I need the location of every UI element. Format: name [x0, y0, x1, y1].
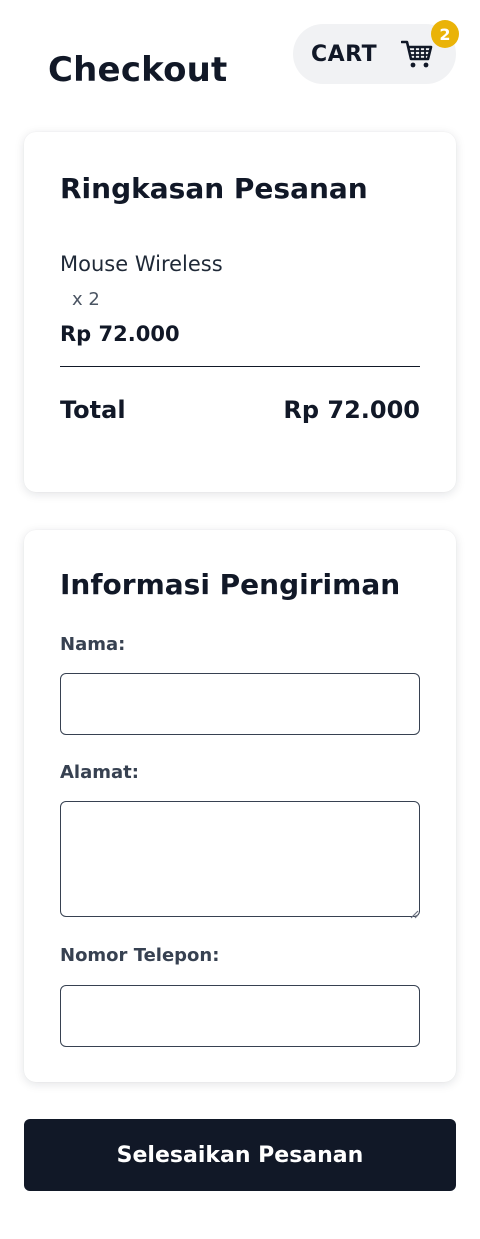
shipping-info-card: Informasi Pengiriman Nama: Alamat: Nomor… [24, 530, 456, 1082]
order-summary-card: Ringkasan Pesanan Mouse Wireless x 2 Rp … [24, 132, 456, 492]
order-summary-title: Ringkasan Pesanan [60, 172, 368, 205]
address-label: Alamat: [60, 762, 139, 783]
order-item-price: Rp 72.000 [60, 322, 180, 346]
phone-label: Nomor Telepon: [60, 945, 220, 966]
cart-count-badge: 2 [431, 20, 459, 48]
complete-order-button[interactable]: Selesaikan Pesanan [24, 1119, 456, 1191]
total-label: Total [60, 396, 126, 424]
name-input[interactable] [60, 673, 420, 735]
name-label: Nama: [60, 634, 126, 655]
page-title: Checkout [48, 50, 228, 90]
cart-button[interactable]: CART 2 [293, 20, 459, 84]
shopping-cart-icon [400, 39, 433, 69]
cart-label: CART [311, 41, 378, 67]
shipping-info-title: Informasi Pengiriman [60, 568, 401, 601]
summary-divider [60, 366, 420, 367]
order-item-name: Mouse Wireless [60, 252, 223, 276]
total-value: Rp 72.000 [283, 396, 420, 424]
phone-input[interactable] [60, 985, 420, 1047]
order-item-quantity: x 2 [72, 289, 100, 310]
resize-handle-icon[interactable] [407, 904, 419, 919]
address-textarea[interactable] [60, 801, 420, 917]
